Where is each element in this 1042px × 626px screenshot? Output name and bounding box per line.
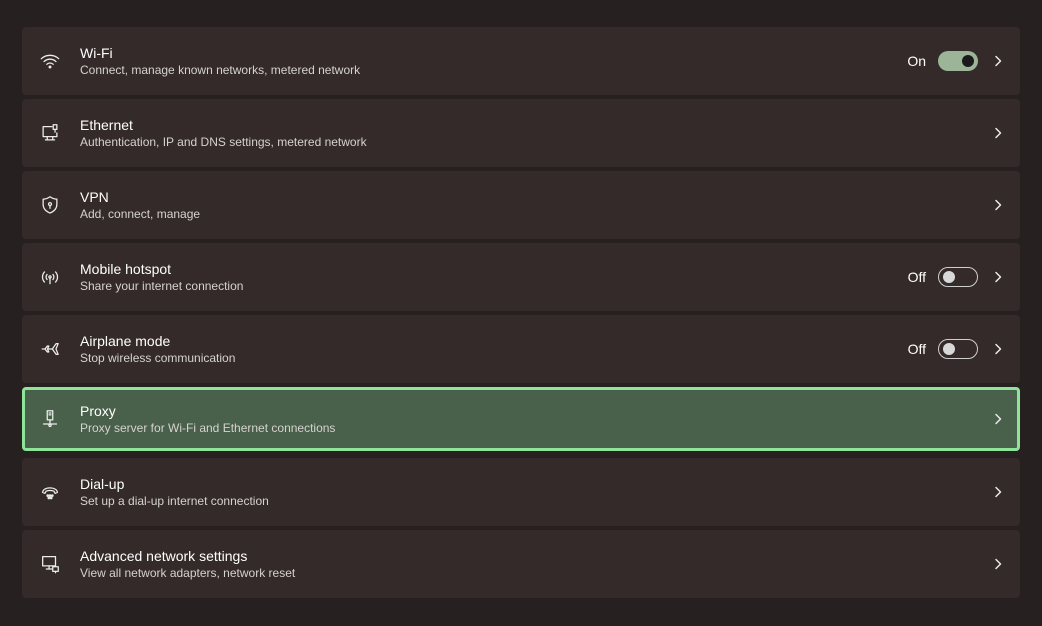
chevron-right-icon: [992, 485, 1004, 499]
airplane-mode-state-label: Off: [907, 341, 926, 357]
wifi-controls: On: [907, 51, 1004, 71]
mobile-hotspot-title: Mobile hotspot: [80, 261, 172, 277]
mobile-hotspot-toggle[interactable]: [938, 267, 978, 287]
airplane-mode-text: Airplane mode Stop wireless communicatio…: [80, 332, 235, 366]
chevron-right-icon: [992, 557, 1004, 571]
ethernet-text: Ethernet Authentication, IP and DNS sett…: [80, 116, 367, 150]
proxy-controls: [992, 412, 1004, 426]
dial-up-title: Dial-up: [80, 476, 125, 492]
dial-up-row[interactable]: Dial-up Set up a dial-up internet connec…: [22, 458, 1020, 526]
ethernet-subtitle: Authentication, IP and DNS settings, met…: [80, 135, 367, 149]
advanced-network-icon: [38, 552, 62, 576]
toggle-knob: [962, 55, 974, 67]
dial-up-text: Dial-up Set up a dial-up internet connec…: [80, 475, 269, 509]
ethernet-icon: [38, 121, 62, 145]
airplane-mode-subtitle: Stop wireless communication: [80, 351, 236, 365]
vpn-subtitle: Add, connect, manage: [80, 207, 201, 221]
wifi-row[interactable]: Wi-Fi Connect, manage known networks, me…: [22, 27, 1020, 95]
chevron-right-icon: [992, 54, 1004, 68]
wifi-subtitle: Connect, manage known networks, metered …: [80, 63, 361, 77]
dial-up-subtitle: Set up a dial-up internet connection: [80, 494, 269, 508]
advanced-network-settings-title: Advanced network settings: [80, 548, 248, 564]
mobile-hotspot-row[interactable]: Mobile hotspot Share your internet conne…: [22, 243, 1020, 311]
ethernet-title: Ethernet: [80, 117, 133, 133]
vpn-title: VPN: [80, 189, 109, 205]
proxy-title: Proxy: [80, 403, 116, 419]
hotspot-icon: [38, 265, 62, 289]
vpn-row[interactable]: VPN Add, connect, manage: [22, 171, 1020, 239]
airplane-mode-row[interactable]: Airplane mode Stop wireless communicatio…: [22, 315, 1020, 383]
advanced-network-settings-subtitle: View all network adapters, network reset: [80, 566, 296, 580]
mobile-hotspot-controls: Off: [908, 267, 1004, 287]
proxy-text: Proxy Proxy server for Wi-Fi and Etherne…: [80, 402, 335, 436]
airplane-mode-toggle[interactable]: [938, 339, 978, 359]
wifi-state-label: On: [907, 53, 926, 69]
proxy-icon: [38, 407, 62, 431]
vpn-text: VPN Add, connect, manage: [80, 188, 200, 222]
toggle-knob: [943, 271, 955, 283]
ethernet-controls: [992, 126, 1004, 140]
wifi-title: Wi-Fi: [80, 45, 113, 61]
proxy-row[interactable]: Proxy Proxy server for Wi-Fi and Etherne…: [22, 387, 1020, 451]
vpn-controls: [992, 198, 1004, 212]
airplane-mode-controls: Off: [908, 339, 1004, 359]
toggle-knob: [943, 343, 955, 355]
wifi-icon: [38, 49, 62, 73]
airplane-icon: [38, 337, 62, 361]
mobile-hotspot-state-label: Off: [907, 269, 926, 285]
chevron-right-icon: [992, 270, 1004, 284]
dialup-icon: [38, 480, 62, 504]
proxy-subtitle: Proxy server for Wi-Fi and Ethernet conn…: [80, 421, 336, 435]
network-settings-list: Wi-Fi Connect, manage known networks, me…: [22, 27, 1020, 602]
chevron-right-icon: [992, 342, 1004, 356]
advanced-network-settings-row[interactable]: Advanced network settings View all netwo…: [22, 530, 1020, 598]
chevron-right-icon: [992, 412, 1004, 426]
dial-up-controls: [992, 485, 1004, 499]
mobile-hotspot-text: Mobile hotspot Share your internet conne…: [80, 260, 243, 294]
advanced-network-settings-controls: [992, 557, 1004, 571]
mobile-hotspot-subtitle: Share your internet connection: [80, 279, 244, 293]
advanced-network-settings-text: Advanced network settings View all netwo…: [80, 547, 295, 581]
wifi-toggle[interactable]: [938, 51, 978, 71]
wifi-text: Wi-Fi Connect, manage known networks, me…: [80, 44, 360, 78]
vpn-shield-icon: [38, 193, 62, 217]
ethernet-row[interactable]: Ethernet Authentication, IP and DNS sett…: [22, 99, 1020, 167]
chevron-right-icon: [992, 198, 1004, 212]
airplane-mode-title: Airplane mode: [80, 333, 171, 349]
chevron-right-icon: [992, 126, 1004, 140]
